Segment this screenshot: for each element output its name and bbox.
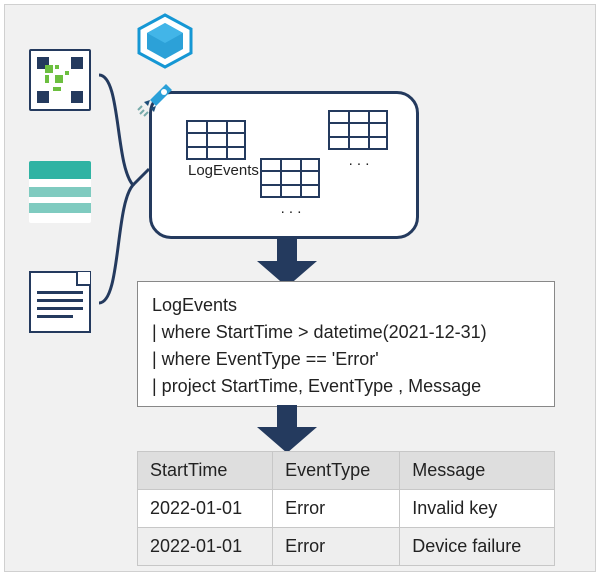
- cell: Device failure: [400, 528, 555, 566]
- rocket-icon: [136, 80, 176, 120]
- table-icon: . . .: [328, 110, 388, 169]
- stored-rows-icon: [29, 161, 91, 223]
- arrow-down-icon: [257, 239, 317, 287]
- telemetry-ingest-icon: [29, 49, 91, 111]
- data-container: LogEvents . . . . . .: [149, 91, 419, 239]
- diagram-canvas: LogEvents . . . . . . LogEvents | where …: [4, 4, 596, 572]
- document-icon: [29, 271, 91, 333]
- cell: 2022-01-01: [138, 528, 273, 566]
- table-header-row: StartTime EventType Message: [138, 452, 555, 490]
- result-table: StartTime EventType Message 2022-01-01 E…: [137, 451, 555, 566]
- query-line: | where EventType == 'Error': [152, 346, 540, 373]
- service-hex-icon: [133, 13, 197, 69]
- cell: 2022-01-01: [138, 490, 273, 528]
- query-line: | project StartTime, EventType , Message: [152, 373, 540, 400]
- query-line: | where StartTime > datetime(2021-12-31): [152, 319, 540, 346]
- table-icon: . . .: [260, 158, 320, 217]
- table-label: . . .: [330, 152, 388, 169]
- query-line: LogEvents: [152, 292, 540, 319]
- table-label: . . .: [262, 200, 320, 217]
- column-header: Message: [400, 452, 555, 490]
- column-header: EventType: [273, 452, 400, 490]
- table-row: 2022-01-01 Error Device failure: [138, 528, 555, 566]
- table-icon: LogEvents: [186, 120, 246, 179]
- cell: Error: [273, 528, 400, 566]
- table-label: LogEvents: [188, 162, 246, 179]
- arrow-down-icon: [257, 405, 317, 453]
- query-box: LogEvents | where StartTime > datetime(2…: [137, 281, 555, 407]
- cell: Invalid key: [400, 490, 555, 528]
- source-icons: [5, 5, 115, 385]
- cell: Error: [273, 490, 400, 528]
- table-row: 2022-01-01 Error Invalid key: [138, 490, 555, 528]
- column-header: StartTime: [138, 452, 273, 490]
